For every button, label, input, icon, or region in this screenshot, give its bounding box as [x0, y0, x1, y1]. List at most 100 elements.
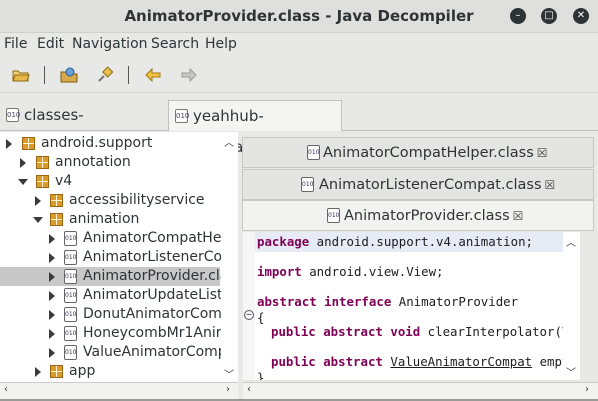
fold-toggle-icon[interactable]: − [244, 310, 254, 320]
tree-vertical-scrollbar[interactable]: ︿ ﹀ [221, 132, 238, 382]
back-arrow-icon[interactable] [144, 66, 162, 84]
tab-animator-compat-helper[interactable]: 010 AnimatorCompatHelper.class ☒ [242, 137, 594, 168]
expand-arrow-icon[interactable] [35, 367, 41, 377]
tree-node-label: app [69, 363, 96, 379]
tree-node-label: AnimatorCompatHel [83, 230, 226, 246]
tree-node-label: v4 [55, 173, 73, 189]
tree-node-label: annotation [55, 154, 131, 170]
editor-horizontal-scrollbar[interactable]: ‹ › [243, 382, 598, 399]
tab-yeahhub-dex2jar[interactable]: 010 yeahhub-dex2jar.jar☒ [168, 100, 342, 156]
tree-node[interactable]: 010 HoneycombMr1Anim [0, 324, 229, 343]
expand-arrow-icon[interactable] [49, 291, 55, 301]
menu-help[interactable]: Help [205, 36, 237, 52]
editor-gutter [243, 232, 255, 380]
scroll-right-icon[interactable]: › [226, 384, 230, 395]
code-line: package android.support.v4.animation; [255, 232, 569, 252]
tree-node[interactable]: 010 DonutAnimatorComp [0, 305, 231, 324]
expand-arrow-icon[interactable] [20, 158, 26, 168]
tree-node[interactable]: 010 AnimatorUpdateListe [0, 286, 231, 305]
pin-icon[interactable] [96, 66, 114, 84]
tab-classes-dex2jar[interactable]: 010 classes-dex2jar.jar☒ [0, 100, 166, 155]
tree-node[interactable]: 010 AnimatorListenerCom [0, 248, 236, 267]
tree-node-label: ValueAnimatorComp [83, 344, 227, 360]
code-keyword: import [257, 264, 302, 279]
minimize-button[interactable]: – [510, 8, 526, 24]
tree-node-label: animation [69, 211, 140, 227]
tree-horizontal-scrollbar[interactable]: ‹ › [0, 382, 238, 399]
class-file-icon: 010 [64, 269, 77, 284]
forward-arrow-icon[interactable] [180, 66, 198, 84]
toolbar-separator [44, 66, 45, 84]
close-tab-icon[interactable]: ☒ [513, 209, 524, 223]
tree-node[interactable]: android.support [0, 134, 220, 153]
open-file-icon[interactable] [12, 66, 30, 84]
code-line: import android.view.View; [257, 262, 444, 282]
code-editor[interactable]: − package android.support.v4.animation; … [243, 232, 571, 380]
code-type-link[interactable]: ValueAnimatorCompat [390, 354, 532, 369]
code-keyword: package [257, 234, 310, 249]
tree-node[interactable]: 010 ValueAnimatorComp [0, 343, 227, 362]
tree-node-selected[interactable]: 010 AnimatorProvider.cla [0, 267, 228, 286]
collapse-arrow-icon[interactable] [18, 179, 28, 185]
code-text: clearInterpolator(Vie [420, 324, 571, 339]
code-text: AnimatorProvider [391, 294, 519, 309]
package-icon [50, 194, 63, 207]
code-text: } [257, 370, 265, 380]
open-folder-icon[interactable] [60, 66, 78, 84]
tree-node[interactable]: app [0, 362, 220, 381]
code-text: android.support.v4.animation; [309, 234, 534, 249]
collapse-arrow-icon[interactable] [33, 217, 43, 223]
maximize-button[interactable]: □ [541, 8, 557, 24]
expand-arrow-icon[interactable] [35, 196, 41, 206]
jar-file-icon: 010 [6, 108, 20, 122]
menu-search[interactable]: Search [151, 36, 199, 52]
scroll-left-icon[interactable]: ‹ [4, 384, 8, 395]
class-file-icon: 010 [64, 250, 77, 265]
scroll-left-icon[interactable]: ‹ [247, 384, 251, 395]
expand-arrow-icon[interactable] [49, 348, 55, 358]
tree-node[interactable]: v4 [0, 172, 220, 191]
tree-node-label: DonutAnimatorComp [83, 306, 231, 322]
tab-animator-provider[interactable]: 010 AnimatorProvider.class ☒ [242, 200, 594, 231]
title-bar: AnimatorProvider.class - Java Decompiler… [0, 0, 598, 33]
code-text: android.view.View; [301, 264, 444, 279]
class-file-icon: 010 [64, 326, 77, 341]
package-icon [50, 213, 63, 226]
editor-vertical-scrollbar[interactable]: ︿ ﹀ [563, 232, 580, 380]
tree-node[interactable]: animation [0, 210, 220, 229]
scroll-up-icon[interactable]: ︿ [566, 234, 576, 249]
class-file-icon: 010 [64, 231, 77, 246]
jar-tab-bar: 010 classes-dex2jar.jar☒ 010 yeahhub-dex… [0, 100, 598, 156]
expand-arrow-icon[interactable] [49, 234, 55, 244]
expand-arrow-icon[interactable] [49, 253, 55, 263]
tree-node-label: AnimatorListenerCom [83, 249, 236, 265]
tab-label: AnimatorCompatHelper.class [323, 145, 534, 161]
tree-node-label: android.support [41, 135, 153, 151]
menu-edit[interactable]: Edit [37, 36, 64, 52]
class-file-icon: 010 [301, 177, 314, 192]
scroll-right-icon[interactable]: › [585, 384, 589, 395]
expand-arrow-icon[interactable] [49, 310, 55, 320]
tree-node[interactable]: annotation [0, 153, 220, 172]
package-icon [36, 175, 49, 188]
tree-node-label: AnimatorUpdateListe [83, 287, 232, 303]
menu-navigation[interactable]: Navigation [72, 36, 148, 52]
toolbar [0, 57, 598, 93]
close-tab-icon[interactable]: ☒ [537, 146, 548, 160]
expand-arrow-icon[interactable] [49, 329, 55, 339]
code-line: abstract interface AnimatorProvider [257, 292, 518, 312]
menu-file[interactable]: File [4, 36, 27, 52]
close-button[interactable]: ✕ [573, 8, 589, 24]
menu-bar: File Edit Navigation Search Help [0, 33, 598, 57]
scroll-up-icon[interactable]: ︿ [224, 134, 234, 149]
scroll-down-icon[interactable]: ﹀ [566, 364, 576, 379]
tab-animator-listener-compat[interactable]: 010 AnimatorListenerCompat.class ☒ [242, 169, 594, 200]
scroll-down-icon[interactable]: ﹀ [224, 366, 234, 381]
tree-node[interactable]: 010 AnimatorCompatHel [0, 229, 225, 248]
code-text: { [257, 310, 265, 325]
expand-arrow-icon[interactable] [6, 139, 12, 149]
expand-arrow-icon[interactable] [49, 272, 55, 282]
tree-node[interactable]: accessibilityservice [0, 191, 220, 210]
package-icon [22, 137, 35, 150]
close-tab-icon[interactable]: ☒ [545, 178, 556, 192]
